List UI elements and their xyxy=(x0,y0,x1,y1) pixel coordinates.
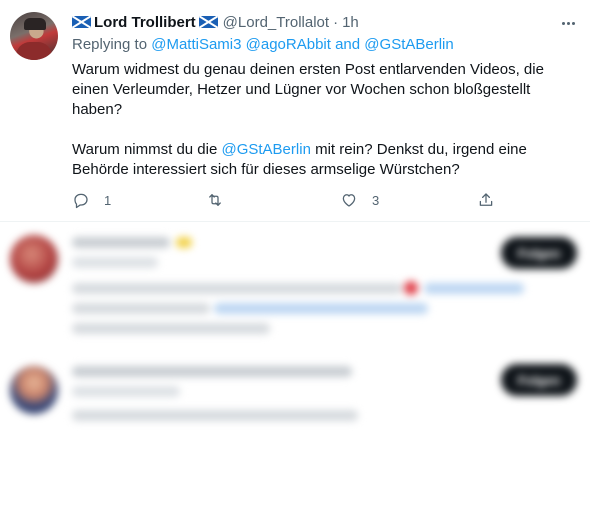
more-dots-icon[interactable] xyxy=(557,13,579,33)
reply-text-placeholder xyxy=(72,303,210,314)
heart-icon xyxy=(342,194,356,207)
follow-label: Folgen xyxy=(517,245,561,261)
reply-name-placeholder xyxy=(72,366,352,377)
share-icon xyxy=(479,193,493,206)
flag-placeholder xyxy=(176,237,192,248)
tweet-header: Lord Trollibert @Lord_Trollalot · 1h xyxy=(72,12,359,32)
share-button[interactable] xyxy=(477,190,495,210)
paragraph-text: Warum nimmst du die xyxy=(72,141,218,158)
scotland-flag-icon xyxy=(198,16,218,28)
avatar[interactable] xyxy=(10,235,58,283)
mention-link[interactable]: @agoRAbbit xyxy=(246,36,331,53)
like-button[interactable]: 3 xyxy=(340,190,379,210)
avatar[interactable] xyxy=(10,366,58,414)
tweet-text: Warum widmest du genau deinen ersten Pos… xyxy=(72,60,572,180)
reply-handle-placeholder xyxy=(72,257,158,268)
replying-to-label: Replying to xyxy=(72,36,148,53)
reply-link-placeholder xyxy=(214,303,428,314)
mention-link[interactable]: @MattiSami3 xyxy=(151,36,241,53)
reply-text-placeholder xyxy=(72,323,270,334)
tweet-paragraph: Warum nimmst du die @GStABerlin mit rein… xyxy=(72,140,572,180)
display-name[interactable]: Lord Trollibert xyxy=(94,14,196,31)
like-count: 3 xyxy=(372,192,380,208)
mention-link[interactable]: @GStABerlin xyxy=(221,141,310,158)
blurred-replies: Folgen Folgen xyxy=(0,223,590,512)
follow-button[interactable]: Folgen xyxy=(501,237,577,269)
reply-text-placeholder xyxy=(72,283,402,294)
avatar[interactable] xyxy=(10,12,58,60)
reply-item[interactable]: Folgen xyxy=(0,223,590,353)
tweet[interactable]: Lord Trollibert @Lord_Trollalot · 1h Rep… xyxy=(0,0,590,222)
reply-text-placeholder xyxy=(72,410,358,421)
mention-link[interactable]: @GStABerlin xyxy=(364,36,453,53)
reply-icon xyxy=(74,193,88,209)
reply-button[interactable]: 1 xyxy=(72,190,111,210)
reply-name-placeholder xyxy=(72,237,170,248)
avatar-shirt xyxy=(16,42,52,60)
reply-count: 1 xyxy=(104,192,112,208)
separator-dot: · xyxy=(333,13,339,31)
follow-label: Folgen xyxy=(517,372,561,388)
retweet-button[interactable] xyxy=(206,190,238,210)
follow-button[interactable]: Folgen xyxy=(501,364,577,396)
replying-to-line: Replying to @MattiSami3 @agoRAbbit and @… xyxy=(72,36,454,53)
reply-item[interactable]: Folgen xyxy=(0,354,590,444)
action-bar: 1 3 xyxy=(72,190,502,210)
retweet-icon xyxy=(209,194,221,206)
mention-and[interactable]: and xyxy=(335,36,360,53)
tweet-paragraph: Warum widmest du genau deinen ersten Pos… xyxy=(72,61,544,118)
heart-emoji-placeholder xyxy=(404,281,418,295)
reply-link-placeholder xyxy=(424,283,524,294)
avatar-hat xyxy=(24,18,46,30)
timestamp[interactable]: 1h xyxy=(342,14,359,31)
reply-handle-placeholder xyxy=(72,386,180,397)
user-handle[interactable]: @Lord_Trollalot xyxy=(223,14,329,31)
scotland-flag-icon xyxy=(72,16,91,28)
